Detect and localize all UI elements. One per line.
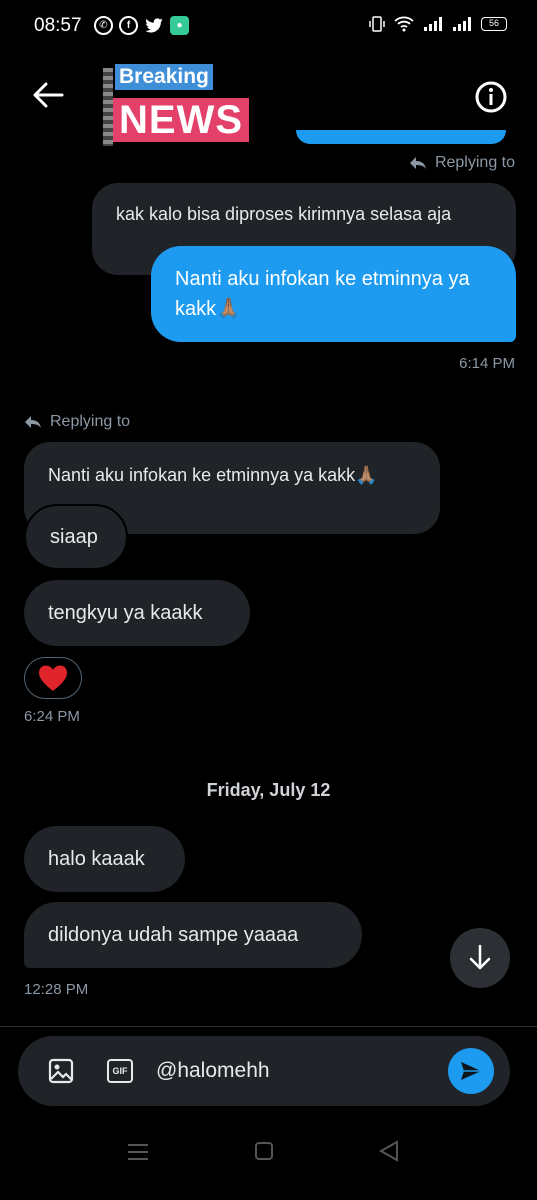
- date-divider: Friday, July 12: [206, 780, 331, 800]
- sent-timestamp: 6:14 PM: [459, 355, 515, 372]
- info-icon[interactable]: [474, 80, 508, 114]
- send-button[interactable]: [448, 1048, 494, 1094]
- system-status-icons: 56: [369, 16, 507, 32]
- signal-icon-2: [453, 17, 471, 31]
- received-message-text: tengkyu ya kaakk: [48, 602, 203, 624]
- image-icon[interactable]: [48, 1058, 74, 1084]
- reply-label-text: Replying to: [434, 154, 515, 171]
- received-message-text: dildonya udah sampe yaaaa: [48, 924, 299, 946]
- received-message-bubble[interactable]: halo kaaak: [24, 826, 185, 892]
- banner-top-text: Breaking: [115, 64, 213, 90]
- composer-divider: [0, 1026, 537, 1027]
- profile-avatar-banner[interactable]: Breaking NEWS: [103, 62, 267, 146]
- quoted-message-text: Nanti aku infokan ke etminnya ya kakk🙏🏽: [48, 465, 378, 485]
- chat-app-icon: ●: [170, 16, 189, 35]
- received-timestamp: 12:28 PM: [24, 981, 89, 998]
- received-message-bubble[interactable]: tengkyu ya kaakk: [24, 580, 250, 646]
- vibrate-icon: [369, 16, 385, 32]
- status-bar: 08:57 ✆ f ● 56: [0, 0, 537, 56]
- facebook-icon: f: [119, 16, 138, 35]
- sent-message-text: Nanti aku infokan ke etminnya ya kakk🙏🏽: [175, 268, 470, 320]
- whatsapp-icon: ✆: [94, 16, 113, 35]
- banner-bottom-text: NEWS: [113, 98, 249, 142]
- received-message-text: halo kaaak: [48, 848, 145, 870]
- received-message-bubble[interactable]: siaap: [24, 504, 128, 570]
- wifi-icon: [394, 16, 414, 32]
- reply-arrow-icon: [25, 416, 41, 428]
- home-icon[interactable]: [255, 1142, 273, 1160]
- heart-icon: [39, 665, 67, 691]
- arrow-down-icon: [469, 944, 491, 970]
- previous-message-edge: [296, 130, 506, 144]
- notification-icons: ✆ f ●: [94, 16, 189, 35]
- banner-stripe: [103, 68, 113, 146]
- recents-icon[interactable]: [128, 1144, 148, 1165]
- replying-to-label-2: Replying to: [24, 413, 130, 431]
- reply-arrow-icon: [409, 157, 426, 169]
- message-input[interactable]: [156, 1054, 436, 1088]
- send-icon: [461, 1062, 481, 1080]
- heart-reaction[interactable]: [24, 657, 82, 699]
- back-arrow-icon[interactable]: [30, 80, 66, 110]
- system-nav-bar: [0, 1110, 537, 1200]
- received-timestamp: 6:24 PM: [24, 708, 80, 725]
- replying-to-label: Replying to: [409, 154, 515, 172]
- quoted-message-text: kak kalo bisa diproses kirimnya selasa a…: [116, 204, 452, 224]
- received-message-text: siaap: [50, 526, 98, 548]
- gif-button[interactable]: GIF: [107, 1059, 133, 1083]
- status-time: 08:57: [34, 15, 82, 36]
- message-composer: GIF: [18, 1036, 510, 1106]
- received-message-bubble[interactable]: dildonya udah sampe yaaaa: [24, 902, 362, 968]
- scroll-to-bottom-button[interactable]: [450, 928, 510, 988]
- battery-icon: 56: [481, 17, 507, 31]
- reply-label-text: Replying to: [50, 413, 131, 430]
- signal-icon: [424, 17, 442, 31]
- twitter-bird-icon: [145, 18, 163, 33]
- back-triangle-icon[interactable]: [378, 1140, 400, 1162]
- sent-message-bubble[interactable]: Nanti aku infokan ke etminnya ya kakk🙏🏽: [151, 246, 516, 342]
